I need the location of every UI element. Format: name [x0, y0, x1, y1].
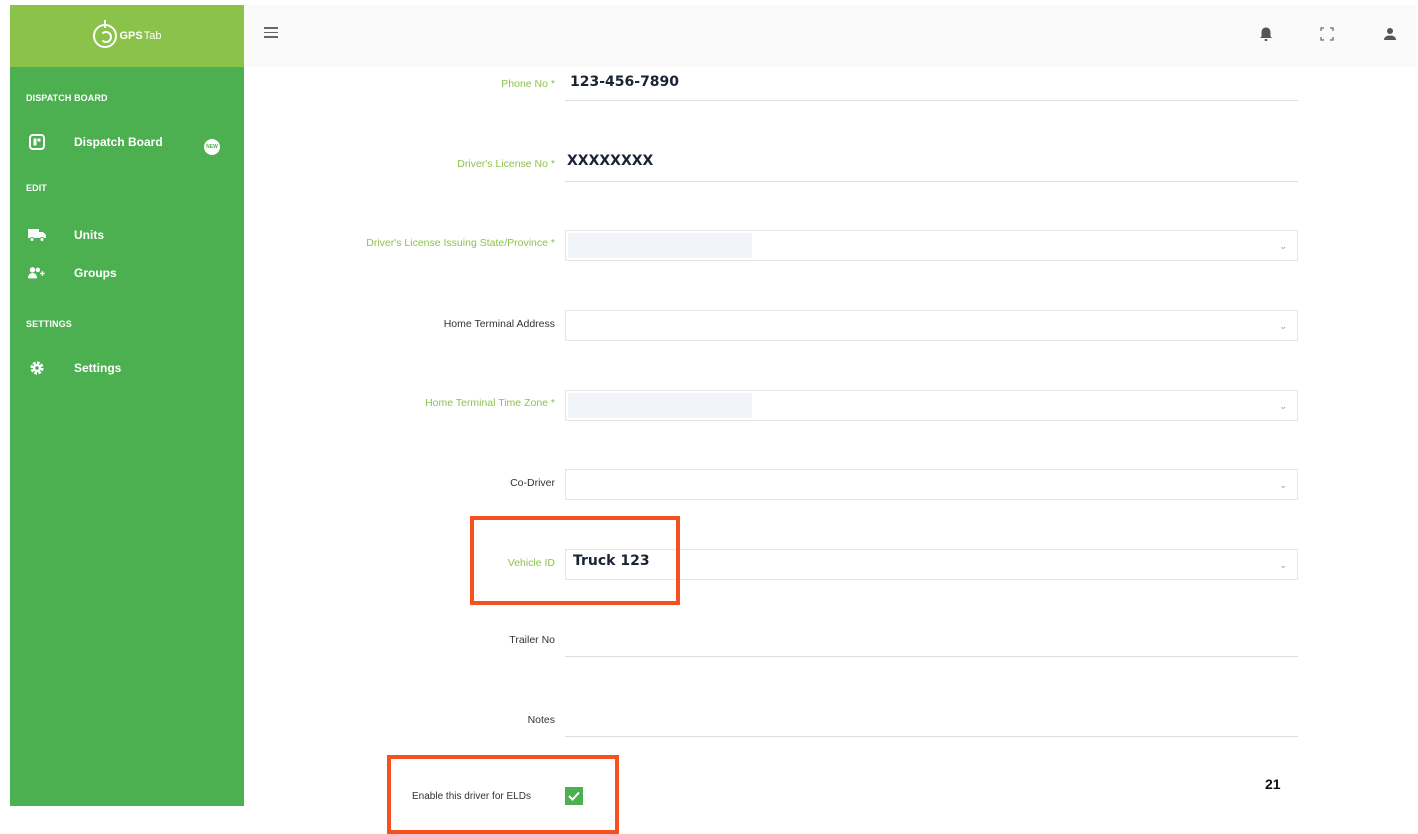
chevron-down-icon: ⌄ [1279, 241, 1287, 251]
new-badge-icon: NEW [204, 139, 220, 155]
trailer-no-input[interactable] [565, 656, 1298, 657]
brand-logo[interactable]: GPS Tab [10, 5, 244, 67]
chevron-down-icon: ⌄ [1279, 560, 1287, 570]
license-no-underline [565, 181, 1298, 182]
sidebar-item-settings[interactable]: Settings [28, 359, 121, 377]
license-state-select[interactable]: ⌄ [565, 230, 1298, 261]
sidebar-item-label: Units [74, 228, 104, 242]
eld-enable-checkbox[interactable] [565, 787, 583, 805]
phone-label: Phone No * [501, 78, 555, 90]
chevron-down-icon: ⌄ [1279, 321, 1287, 331]
section-title-settings: SETTINGS [26, 319, 72, 329]
gear-icon [28, 359, 46, 377]
co-driver-label: Co-Driver [510, 477, 555, 489]
co-driver-select[interactable]: ⌄ [565, 469, 1298, 500]
fullscreen-icon[interactable] [1317, 24, 1337, 44]
sidebar-item-groups[interactable]: Groups [28, 264, 117, 282]
brand-name-bold: GPS [119, 30, 143, 42]
chevron-down-icon: ⌄ [1279, 480, 1287, 490]
vehicle-id-value: Truck 123 [573, 553, 650, 569]
user-icon[interactable] [1380, 24, 1400, 44]
section-title-dispatch-board: DISPATCH BOARD [26, 93, 108, 103]
vehicle-id-label: Vehicle ID [507, 557, 555, 569]
brand-name-light: Tab [143, 30, 162, 42]
phone-input[interactable]: 123-456-7890 [570, 74, 679, 90]
home-terminal-tz-select[interactable]: ⌄ [565, 390, 1298, 421]
license-no-input[interactable]: XXXXXXXX [567, 153, 653, 169]
home-terminal-address-select[interactable]: ⌄ [565, 310, 1298, 341]
stopwatch-logo-icon [92, 20, 117, 48]
notes-label: Notes [527, 714, 555, 726]
vehicle-id-select[interactable]: ⌄ [565, 549, 1298, 580]
sidebar: GPS Tab DISPATCH BOARD Dispatch Board NEW… [10, 5, 244, 806]
home-terminal-tz-label: Home Terminal Time Zone * [425, 397, 555, 409]
select-value [568, 233, 752, 258]
checkmark-icon [568, 791, 580, 801]
menu-icon[interactable] [264, 27, 278, 38]
sidebar-item-dispatch-board[interactable]: Dispatch Board [28, 133, 163, 151]
chevron-down-icon: ⌄ [1279, 401, 1287, 411]
sidebar-item-label: Groups [74, 266, 117, 280]
sidebar-item-units[interactable]: Units [28, 226, 104, 244]
dashboard-icon [28, 133, 46, 151]
truck-icon [28, 226, 46, 244]
page-number: 21 [1265, 776, 1281, 792]
notes-input[interactable] [565, 736, 1298, 737]
trailer-no-label: Trailer No [509, 634, 555, 646]
license-state-label: Driver's License Issuing State/Province … [366, 237, 555, 249]
phone-underline [565, 100, 1298, 101]
eld-enable-label: Enable this driver for ELDs [412, 791, 531, 802]
home-terminal-address-label: Home Terminal Address [443, 318, 555, 330]
sidebar-item-label: Settings [74, 361, 122, 375]
select-value [568, 393, 752, 418]
group-add-icon [28, 264, 46, 282]
section-title-edit: EDIT [26, 183, 47, 193]
bell-icon[interactable] [1256, 24, 1276, 44]
top-header [244, 5, 1416, 67]
license-no-label: Driver's License No * [457, 158, 555, 170]
sidebar-item-label: Dispatch Board [74, 135, 163, 149]
